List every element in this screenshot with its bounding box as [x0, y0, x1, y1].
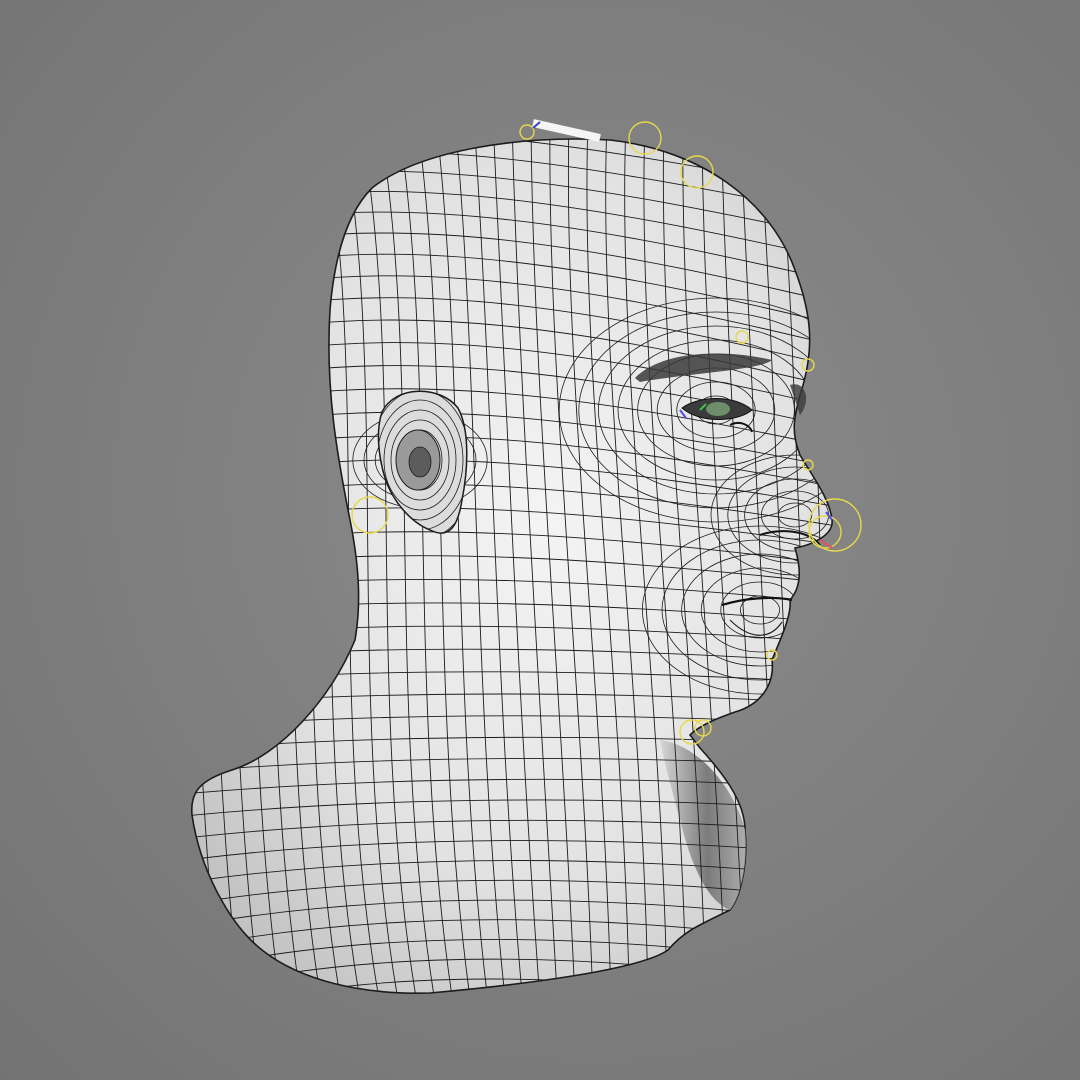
rig-handle[interactable]	[519, 124, 535, 140]
wire-edge	[796, 139, 833, 994]
3d-viewport[interactable]	[0, 0, 1080, 1080]
wire-edge	[191, 978, 833, 994]
head-mesh-render	[190, 119, 862, 994]
